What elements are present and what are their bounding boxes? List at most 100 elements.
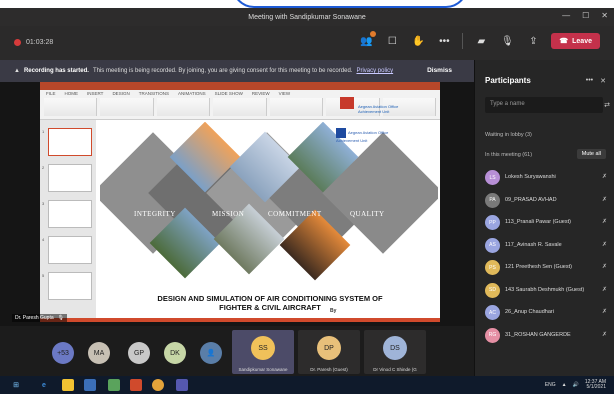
raise-hand-icon[interactable]: ✋	[410, 33, 426, 49]
volume-icon[interactable]: 🔊	[573, 382, 579, 388]
slide-canvas: INTEGRITY MISSION COMMITMENT QUALITY Aeg…	[100, 122, 438, 318]
record-dot-icon	[14, 39, 21, 46]
participant-row[interactable]: PP 113_Pranali Pawar (Guest) ✗	[483, 213, 611, 233]
ppt-status-bar	[40, 318, 440, 322]
slide-thumbnail[interactable]: 2	[42, 164, 92, 192]
lobby-section[interactable]: Waiting in lobby (3)	[485, 132, 532, 138]
participant-name: 09_PRASAD AVHAD	[505, 196, 557, 203]
start-icon[interactable]: ⊞	[10, 379, 22, 391]
mic-off-icon[interactable]: ✗	[602, 218, 607, 225]
minimize-button[interactable]: —	[562, 11, 570, 20]
avatar: SS	[251, 336, 275, 360]
avatar[interactable]: GP	[128, 342, 150, 364]
window-title: Meeting with Sandipkumar Sonawane	[248, 13, 366, 21]
institute-logo: Aegean Aviation Office Achievement Unit	[336, 128, 396, 143]
participants-panel: Participants ••• ✕ Type a name ⇄ Waiting…	[474, 60, 614, 376]
more-icon[interactable]: •••	[586, 77, 593, 85]
share-invite-icon[interactable]: ⇄	[604, 101, 610, 109]
date: 5/1/2021	[586, 384, 606, 390]
panel-title: Participants	[485, 76, 531, 85]
mic-off-icon[interactable]: ✗	[602, 308, 607, 315]
participant-tile[interactable]: DP Dr. Paresh (Guest)	[298, 330, 360, 374]
participant-name: 121 Preethesh Sen (Guest)	[505, 264, 572, 270]
participant-row[interactable]: AS 117_Avinash R. Savale ✗	[483, 236, 611, 256]
slide-thumbnail[interactable]: 3	[42, 200, 92, 228]
in-meeting-section[interactable]: In this meeting (61)	[485, 152, 532, 158]
avatar-initials: LS	[489, 174, 496, 181]
avatar[interactable]: MA	[88, 342, 110, 364]
participant-row[interactable]: PS 121 Preethesh Sen (Guest) ✗	[483, 258, 611, 278]
avatar: AC	[485, 305, 500, 320]
share-icon[interactable]: ⇪	[525, 33, 541, 49]
avatar-initials: 👤	[206, 350, 216, 357]
presenter-tag: Dr. Paresh Gupta 🎙	[12, 314, 67, 322]
participant-tile[interactable]: SS Sandipkumar Sonawane	[232, 330, 294, 374]
mic-off-icon[interactable]: ✗	[602, 241, 607, 248]
avatar[interactable]: 👤	[200, 342, 222, 364]
overflow-avatar[interactable]: +53	[52, 342, 74, 364]
edge-icon[interactable]: e	[38, 379, 50, 391]
avatar-initials: PP	[489, 219, 496, 226]
meeting-toolbar: 01:03:28 👥 ☐ ✋ ••• ▰ 🎙 ⇪ ☎ Leave	[0, 26, 614, 60]
warning-icon: ▲	[14, 68, 20, 74]
mic-off-icon[interactable]: ✗	[602, 331, 607, 338]
privacy-link[interactable]: Privacy policy	[356, 68, 393, 74]
mic-off-icon[interactable]: ✗	[602, 173, 607, 180]
camera-off-icon[interactable]: ▰	[473, 33, 489, 49]
chat-icon[interactable]: ☐	[384, 33, 400, 49]
participant-row[interactable]: LS Lokesh Suryawanshi ✗	[483, 168, 611, 188]
mic-off-icon[interactable]: ✗	[602, 263, 607, 270]
slide-thumbnail[interactable]: 1	[42, 128, 92, 156]
avatar-initials: SS	[258, 344, 268, 352]
mute-all-button[interactable]: Mute all	[576, 149, 606, 159]
mic-off-icon[interactable]: ✗	[602, 196, 607, 203]
windows-taskbar: ⊞ e ENG ▲ 🔊 12:37 AM 5/1/2021	[0, 376, 614, 394]
participant-row[interactable]: PA 09_PRASAD AVHAD ✗	[483, 191, 611, 211]
app-icon[interactable]	[108, 379, 120, 391]
avatar: PP	[485, 215, 500, 230]
slide-thumbnails[interactable]: 1 2 3 4 5	[40, 120, 96, 322]
shared-screen: FILE HOME INSERT DESIGN TRANSITIONS ANIMATION…	[0, 82, 474, 326]
chrome-icon[interactable]	[152, 379, 164, 391]
search-input[interactable]: Type a name	[485, 97, 603, 113]
screen-top-edge	[0, 0, 614, 8]
clock[interactable]: 12:37 AM 5/1/2021	[585, 380, 606, 390]
avatar-initials: RG	[488, 332, 497, 338]
leave-button[interactable]: ☎ Leave	[551, 33, 600, 49]
avatar-initials: DK	[170, 349, 180, 357]
participant-row[interactable]: AC 26_Anup Chaudhari ✗	[483, 303, 611, 323]
mic-off-icon[interactable]: ✗	[602, 286, 607, 293]
title-bar: Meeting with Sandipkumar Sonawane — ☐ ✕	[0, 8, 614, 26]
leave-label: Leave	[572, 37, 592, 45]
slide-thumbnail[interactable]: 4	[42, 236, 92, 264]
participant-row[interactable]: RG 31_ROSHAN GANGERDE ✗	[483, 326, 611, 346]
participants-icon[interactable]: 👥	[358, 31, 377, 49]
mic-off-icon[interactable]: 🎙	[499, 33, 515, 49]
participant-name: 26_Anup Chaudhari	[505, 309, 554, 315]
avatar-initials: DP	[324, 344, 334, 352]
avatar: SD	[485, 282, 500, 298]
teams-icon[interactable]	[176, 379, 188, 391]
participant-tile[interactable]: DS Dr Vinod C Shinde (G	[364, 330, 426, 374]
lang-indicator[interactable]: ENG	[545, 382, 556, 388]
avatar: PA	[485, 192, 500, 208]
dismiss-button[interactable]: Dismiss	[427, 67, 452, 74]
app-icon[interactable]	[84, 379, 96, 391]
mic-icon: 🎙	[57, 315, 64, 321]
wifi-icon[interactable]: ▲	[562, 382, 567, 388]
powerpoint-icon[interactable]	[130, 379, 142, 391]
slide-thumbnail[interactable]: 5	[42, 272, 92, 300]
avatar-initials: DS	[390, 344, 400, 352]
tile-name: Dr. Paresh (Guest)	[310, 367, 348, 372]
participant-row[interactable]: SD 143 Saurabh Deshmukh (Guest) ✗	[483, 281, 611, 301]
participant-name: 117_Avinash R. Savale	[505, 241, 562, 248]
ribbon-red-button	[340, 97, 354, 109]
close-button[interactable]: ✕	[601, 11, 608, 20]
avatar[interactable]: DK	[164, 342, 186, 364]
avatar: DP	[317, 336, 341, 360]
avatar: LS	[485, 170, 500, 185]
close-icon[interactable]: ✕	[600, 77, 606, 85]
maximize-button[interactable]: ☐	[582, 11, 589, 20]
more-icon[interactable]: •••	[436, 33, 452, 49]
file-explorer-icon[interactable]	[62, 379, 74, 391]
